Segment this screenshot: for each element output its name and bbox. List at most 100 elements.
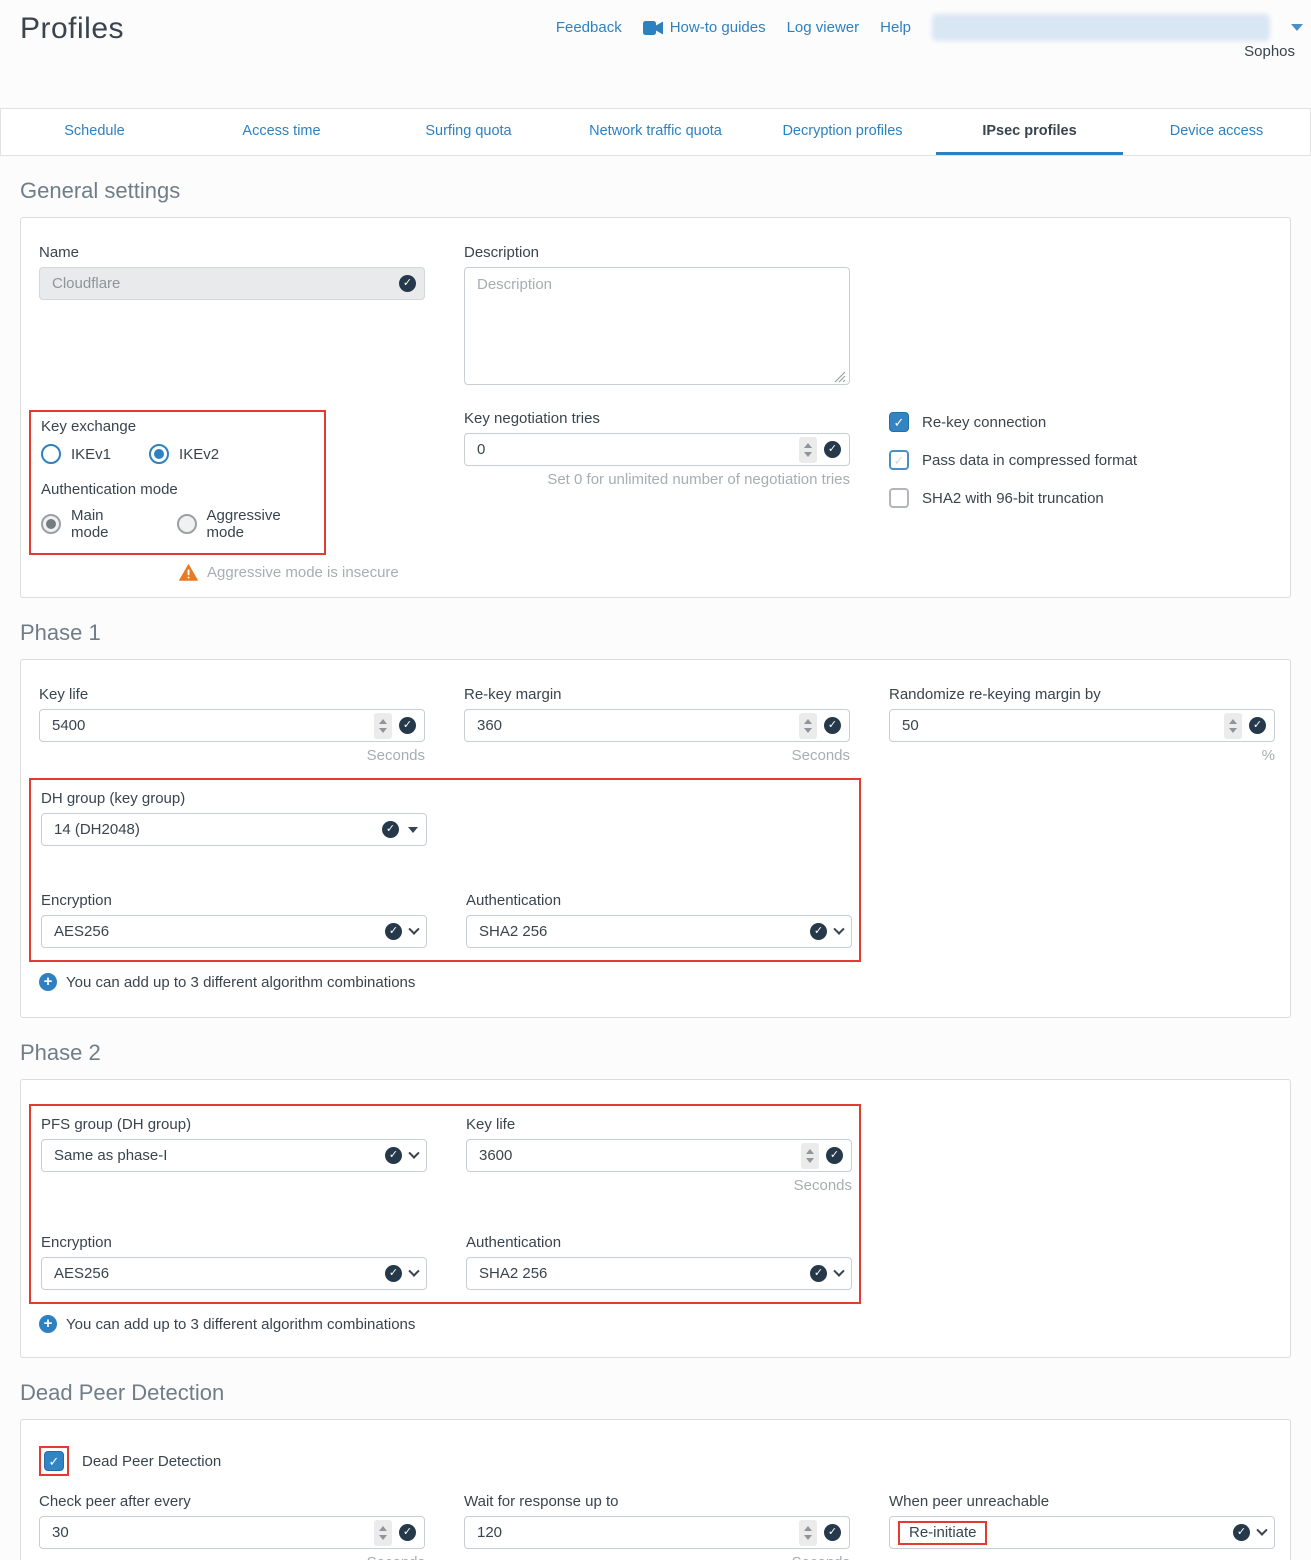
p1-rekey-margin-label: Re-key margin	[464, 686, 850, 703]
p1-rekey-margin-field-wrap: ✓	[464, 709, 850, 742]
valid-check-icon: ✓	[824, 441, 841, 458]
p1-dh-group-label: DH group (key group)	[41, 790, 427, 807]
phase1-heading: Phase 1	[20, 620, 1311, 646]
peer-unreachable-label: When peer unreachable	[889, 1493, 1275, 1510]
peer-unreachable-select[interactable]: Re-initiate ✓	[889, 1516, 1275, 1549]
p2-authentication-label: Authentication	[466, 1234, 852, 1251]
chevron-down-icon	[408, 923, 419, 934]
valid-check-icon: ✓	[399, 717, 416, 734]
unreachable-value-highlight-box: Re-initiate	[898, 1521, 987, 1545]
valid-check-icon: ✓	[810, 923, 827, 940]
video-camera-icon	[643, 21, 663, 35]
p2-authentication-value: SHA2 256	[467, 1265, 810, 1282]
device-name-redacted[interactable]	[932, 14, 1270, 41]
phase1-card: Key life ✓ Seconds Re-key margin ✓ Secon…	[20, 659, 1291, 1018]
p1-authentication-value: SHA2 256	[467, 923, 810, 940]
aggressive-mode-label: Aggressive mode	[207, 507, 314, 541]
p2-key-life-input[interactable]	[467, 1147, 801, 1164]
valid-check-icon: ✓	[1249, 717, 1266, 734]
valid-check-icon: ✓	[1233, 1524, 1250, 1541]
tab-network-traffic-quota[interactable]: Network traffic quota	[562, 109, 749, 155]
p1-encryption-label: Encryption	[41, 892, 427, 909]
p1-randomize-unit: %	[889, 747, 1275, 764]
ikev1-label: IKEv1	[71, 446, 111, 463]
chevron-down-icon	[833, 923, 844, 934]
log-viewer-link[interactable]: Log viewer	[787, 19, 860, 36]
rekey-connection-label: Re-key connection	[922, 414, 1046, 431]
p1-dh-group-value: 14 (DH2048)	[42, 821, 382, 838]
p2-key-life-label: Key life	[466, 1116, 852, 1133]
ikev1-radio[interactable]	[41, 444, 61, 464]
tab-label: Access time	[242, 123, 320, 139]
aggressive-warning-text: Aggressive mode is insecure	[207, 564, 399, 581]
tab-schedule[interactable]: Schedule	[1, 109, 188, 155]
p1-authentication-select[interactable]: SHA2 256 ✓	[466, 915, 852, 948]
dpd-checkbox[interactable]: ✓	[44, 1451, 64, 1471]
valid-check-icon: ✓	[385, 923, 402, 940]
main-mode-label: Main mode	[71, 507, 140, 541]
chevron-down-icon[interactable]	[1291, 24, 1303, 31]
help-link[interactable]: Help	[880, 19, 911, 36]
feedback-link[interactable]: Feedback	[556, 19, 622, 36]
chevron-down-icon	[408, 1265, 419, 1276]
p1-rekey-margin-input[interactable]	[465, 717, 799, 734]
name-label: Name	[39, 244, 425, 261]
p1-dh-group-select[interactable]: 14 (DH2048) ✓	[41, 813, 427, 846]
valid-check-icon: ✓	[382, 821, 399, 838]
number-spinner[interactable]	[374, 713, 392, 739]
add-combination-icon[interactable]: +	[39, 973, 57, 991]
wait-response-field-wrap: ✓	[464, 1516, 850, 1549]
general-settings-heading: General settings	[20, 178, 1311, 204]
p1-key-life-label: Key life	[39, 686, 425, 703]
p2-pfs-group-select[interactable]: Same as phase-I ✓	[41, 1139, 427, 1172]
number-spinner[interactable]	[799, 1520, 817, 1546]
number-spinner[interactable]	[799, 713, 817, 739]
p2-encryption-value: AES256	[42, 1265, 385, 1282]
number-spinner[interactable]	[801, 1143, 819, 1169]
p1-rekey-margin-unit: Seconds	[464, 747, 850, 764]
p2-authentication-select[interactable]: SHA2 256 ✓	[466, 1257, 852, 1290]
key-negotiation-help: Set 0 for unlimited number of negotiatio…	[464, 471, 850, 488]
tab-device-access[interactable]: Device access	[1123, 109, 1310, 155]
wait-response-label: Wait for response up to	[464, 1493, 850, 1510]
dpd-heading: Dead Peer Detection	[20, 1380, 1311, 1406]
tab-access-time[interactable]: Access time	[188, 109, 375, 155]
key-negotiation-input[interactable]	[465, 441, 799, 458]
name-input[interactable]	[40, 275, 399, 292]
aggressive-mode-radio[interactable]	[177, 514, 197, 534]
ikev2-radio[interactable]	[149, 444, 169, 464]
p2-key-life-unit: Seconds	[466, 1177, 852, 1194]
sha2-truncation-checkbox[interactable]: ✓	[889, 488, 909, 508]
p1-key-life-input[interactable]	[40, 717, 374, 734]
check-peer-label: Check peer after every	[39, 1493, 425, 1510]
p1-randomize-input[interactable]	[890, 717, 1224, 734]
p1-key-life-field-wrap: ✓	[39, 709, 425, 742]
tab-surfing-quota[interactable]: Surfing quota	[375, 109, 562, 155]
howto-guides-link[interactable]: How-to guides	[670, 19, 766, 36]
tab-label: Network traffic quota	[589, 123, 722, 139]
add-combination-icon[interactable]: +	[39, 1315, 57, 1333]
description-textarea[interactable]	[464, 267, 850, 385]
check-peer-input[interactable]	[40, 1524, 374, 1541]
number-spinner[interactable]	[374, 1520, 392, 1546]
dropdown-caret-icon	[408, 827, 418, 833]
tab-label: IPsec profiles	[982, 123, 1076, 139]
check-peer-field-wrap: ✓	[39, 1516, 425, 1549]
number-spinner[interactable]	[799, 437, 817, 463]
wait-response-input[interactable]	[465, 1524, 799, 1541]
warning-triangle-icon	[179, 564, 198, 581]
key-negotiation-field-wrap: ✓	[464, 433, 850, 466]
tab-ipsec-profiles[interactable]: IPsec profiles	[936, 109, 1123, 155]
p1-combinations-note: You can add up to 3 different algorithm …	[66, 974, 415, 991]
p2-encryption-select[interactable]: AES256 ✓	[41, 1257, 427, 1290]
valid-check-icon: ✓	[826, 1147, 843, 1164]
number-spinner[interactable]	[1224, 713, 1242, 739]
peer-unreachable-value: Re-initiate	[901, 1524, 977, 1541]
p1-encryption-select[interactable]: AES256 ✓	[41, 915, 427, 948]
main-mode-radio[interactable]	[41, 514, 61, 534]
p2-algorithms-highlight-box: PFS group (DH group) Same as phase-I ✓ K…	[29, 1104, 861, 1304]
tab-decryption-profiles[interactable]: Decryption profiles	[749, 109, 936, 155]
tab-label: Surfing quota	[425, 123, 511, 139]
rekey-connection-checkbox[interactable]: ✓	[889, 412, 909, 432]
compressed-format-checkbox[interactable]: ✓	[889, 450, 909, 470]
